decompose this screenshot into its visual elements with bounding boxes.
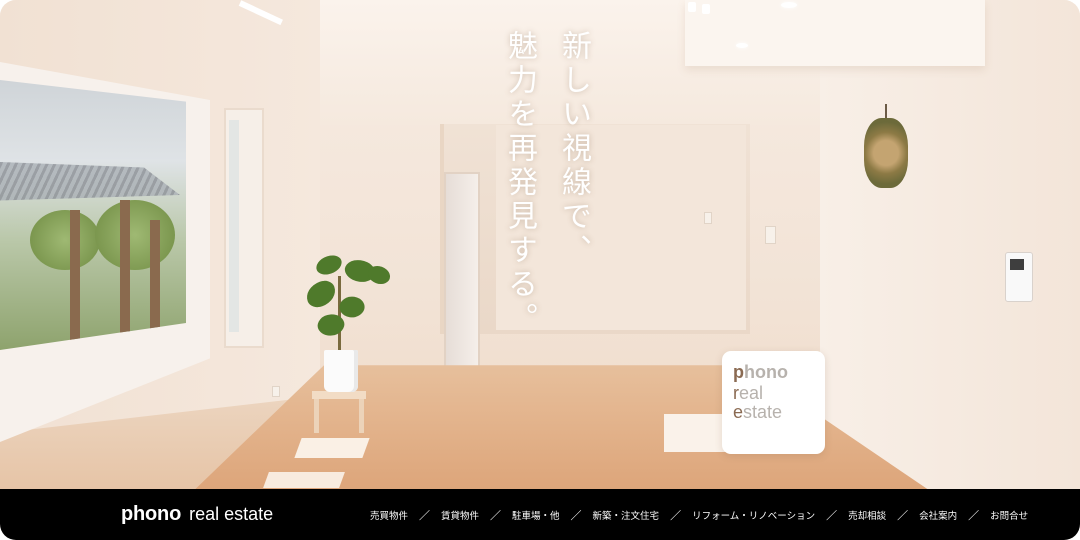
nav-item-3[interactable]: 駐車場・他	[512, 508, 560, 522]
catchphrase-line-2: 魅力を再発見する。	[502, 30, 537, 336]
sunlight-patch	[263, 472, 345, 488]
tree-trunk	[120, 200, 130, 350]
narrow-window	[224, 108, 264, 348]
brand-name-bold: phono	[121, 503, 182, 525]
glass-door	[444, 172, 480, 376]
nav-separator: ／	[490, 508, 502, 522]
ceiling-light	[781, 2, 797, 8]
sunlight-patch	[294, 438, 370, 458]
plant-leaf	[315, 311, 347, 339]
nav-item-1[interactable]: 売買物件	[370, 508, 408, 522]
ceiling-soffit	[685, 0, 985, 66]
nav-item-8[interactable]: お問合せ	[990, 508, 1028, 522]
tree-trunk	[70, 210, 80, 350]
nav-separator: ／	[670, 508, 682, 522]
intercom-panel	[1005, 252, 1033, 302]
wall-outlet	[272, 386, 280, 397]
nav-separator: ／	[570, 508, 582, 522]
tree-foliage	[95, 200, 175, 270]
right-wall	[820, 0, 1080, 489]
nav-item-6[interactable]: 売却相談	[848, 508, 886, 522]
nav-item-2[interactable]: 賃貸物件	[441, 508, 479, 522]
ceiling-light	[736, 43, 748, 48]
nav-item-7[interactable]: 会社案内	[919, 508, 957, 522]
nav-item-4[interactable]: 新築・注文住宅	[593, 508, 660, 522]
brand-name-light: real estate	[189, 504, 274, 524]
logo-word-phono: phono	[733, 362, 788, 382]
nav-separator: ／	[826, 508, 838, 522]
nav-separator: ／	[968, 508, 980, 522]
window-view	[0, 80, 186, 350]
page-frame: 新しい視線で、 魅力を再発見する。 phono real estate phon…	[0, 0, 1080, 540]
dried-flower-wreath	[864, 118, 908, 188]
wall-switch	[765, 226, 776, 244]
main-nav: 売買物件 ／ 賃貸物件 ／ 駐車場・他 ／ 新築・注文住宅 ／ リフォーム・リノベーション ／ 売却…	[370, 489, 1028, 540]
nav-separator: ／	[419, 508, 431, 522]
logo-word-estate: estate	[733, 402, 783, 422]
plant-pot	[324, 350, 358, 392]
catchphrase-line-1: 新しい視線で、	[556, 30, 591, 268]
nav-separator: ／	[897, 508, 909, 522]
hero-catchphrase: 新しい視線で、 魅力を再発見する。	[500, 30, 600, 350]
brand-logo[interactable]: phono real estate	[121, 503, 273, 527]
tree-foliage	[30, 210, 100, 270]
wall-switch	[704, 212, 712, 224]
logo-word-real: real	[733, 383, 764, 403]
spotlight-fixture	[686, 0, 716, 26]
logo-card[interactable]: phono real estate	[722, 351, 825, 454]
footer-navbar: phono real estate 売買物件 ／ 賃貸物件 ／ 駐車場・他 ／ 新築・注文住宅…	[0, 489, 1080, 540]
nav-item-5[interactable]: リフォーム・リノベーション	[692, 508, 815, 522]
